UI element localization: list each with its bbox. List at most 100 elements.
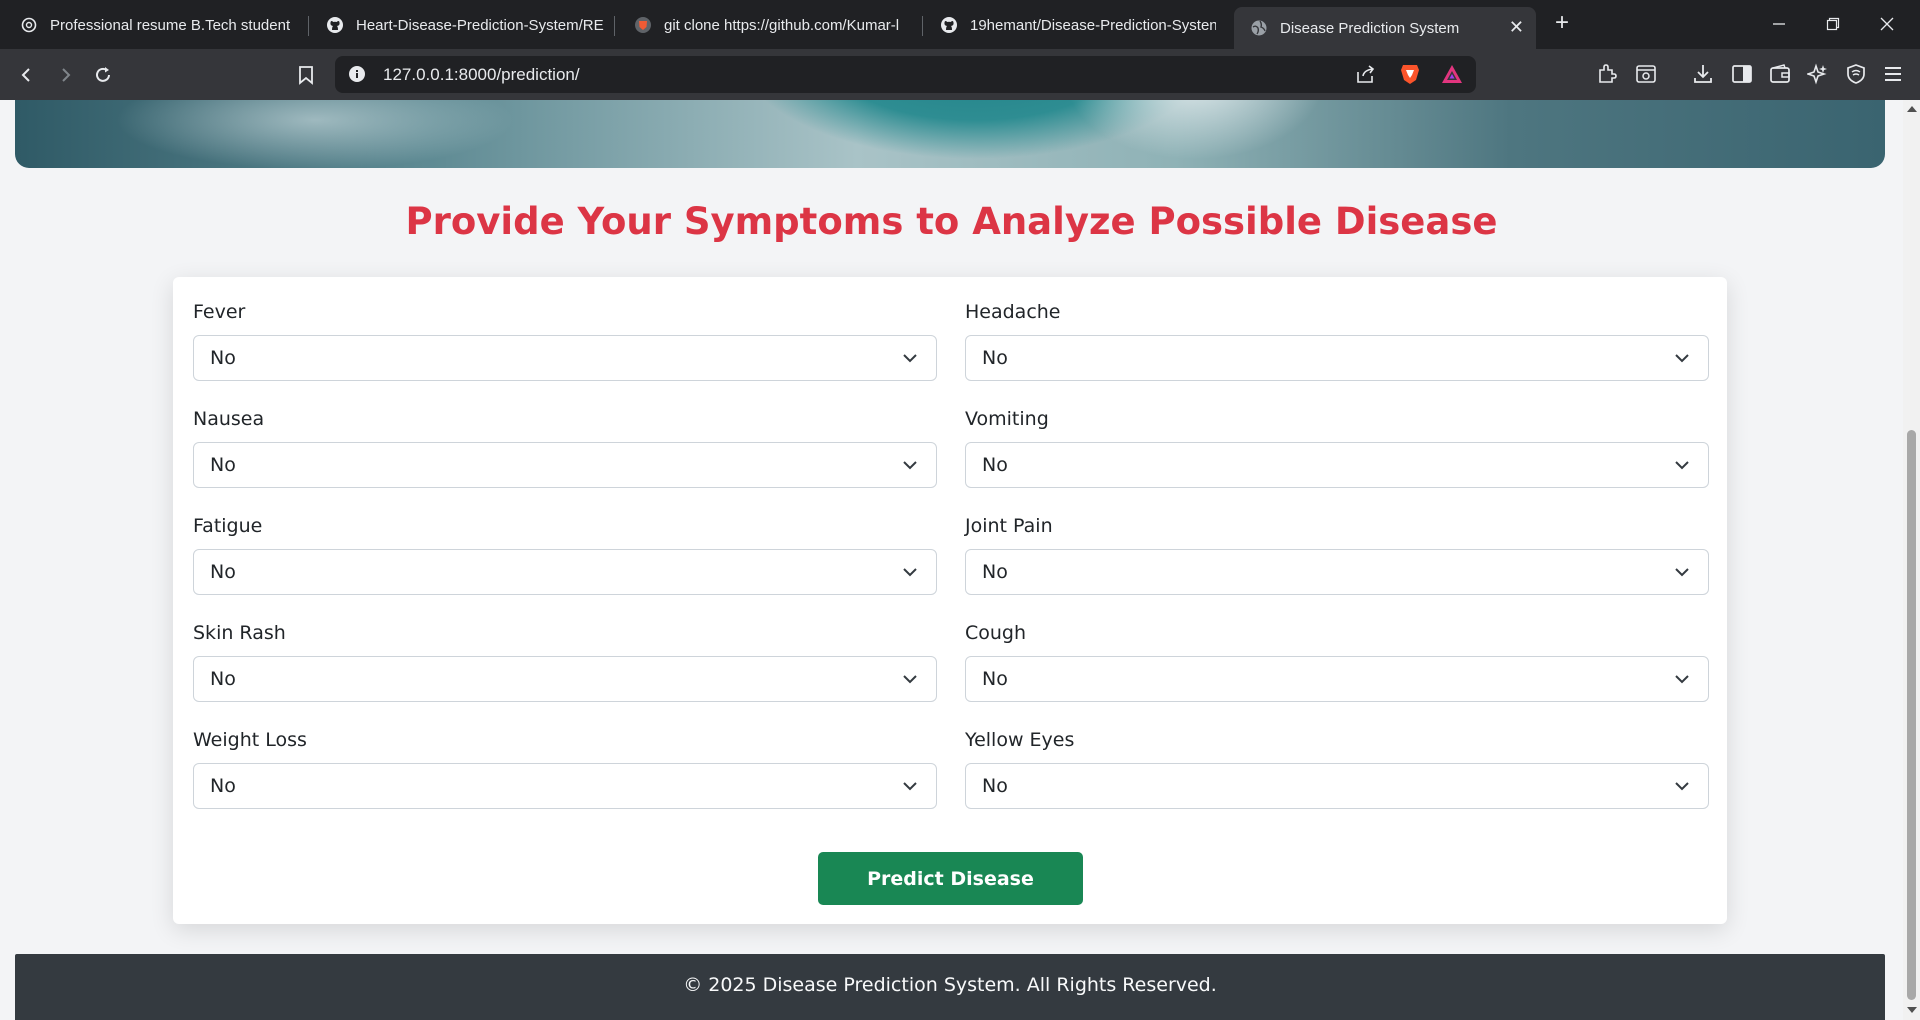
forward-button[interactable]: [51, 61, 79, 89]
minimize-button[interactable]: [1764, 10, 1794, 38]
tab-separator: [614, 16, 615, 36]
skin-rash-label: Skin Rash: [193, 622, 286, 644]
close-window-button[interactable]: [1872, 10, 1902, 38]
chevron-down-icon: [903, 354, 917, 363]
reload-button[interactable]: [89, 61, 117, 89]
github-icon: [940, 16, 958, 34]
chevron-down-icon: [903, 461, 917, 470]
bookmark-icon[interactable]: [292, 61, 320, 89]
tab-title: Professional resume B.Tech student: [50, 16, 290, 34]
symptom-form: Fever No Headache No Nausea No Vomiting No Fatig…: [173, 277, 1727, 924]
footer-copyright: © 2025 Disease Prediction System. All Ri…: [683, 974, 1217, 996]
brave-shield-icon: [634, 16, 652, 34]
chevron-down-icon: [1675, 568, 1689, 577]
fatigue-selected-value: No: [210, 561, 236, 583]
weight-loss-label: Weight Loss: [193, 729, 307, 751]
tab-disease-repo[interactable]: 19hemant/Disease-Prediction-Systen: [940, 7, 1216, 43]
restore-button[interactable]: [1818, 10, 1848, 38]
vpn-shield-icon[interactable]: [1843, 61, 1869, 87]
joint-pain-select[interactable]: No: [965, 549, 1709, 595]
weight-loss-selected-value: No: [210, 775, 236, 797]
tab-git-clone[interactable]: git clone https://github.com/Kumar-l: [634, 7, 910, 43]
site-info-icon[interactable]: [348, 65, 366, 88]
cough-selected-value: No: [982, 668, 1008, 690]
nausea-selected-value: No: [210, 454, 236, 476]
close-tab-icon[interactable]: ✕: [1509, 18, 1524, 36]
chevron-down-icon: [903, 675, 917, 684]
chevron-down-icon: [1675, 675, 1689, 684]
tab-title: Heart-Disease-Prediction-System/REA: [356, 16, 604, 34]
chevron-down-icon: [1675, 461, 1689, 470]
field-fatigue: Fatigue No: [193, 511, 937, 595]
browser-toolbar: 127.0.0.1:8000/prediction/: [0, 49, 1920, 100]
scroll-down-arrow-icon[interactable]: [1907, 1007, 1917, 1013]
field-vomiting: Vomiting No: [965, 404, 1709, 488]
field-weight-loss: Weight Loss No: [193, 725, 937, 809]
headache-selected-value: No: [982, 347, 1008, 369]
yellow-eyes-select[interactable]: No: [965, 763, 1709, 809]
fatigue-select[interactable]: No: [193, 549, 937, 595]
headache-select[interactable]: No: [965, 335, 1709, 381]
tab-resume[interactable]: Professional resume B.Tech student: [20, 7, 290, 43]
downloads-icon[interactable]: [1690, 61, 1716, 87]
field-joint-pain: Joint Pain No: [965, 511, 1709, 595]
menu-icon[interactable]: [1880, 61, 1906, 87]
tab-heart-disease[interactable]: Heart-Disease-Prediction-System/REA: [326, 7, 604, 43]
field-cough: Cough No: [965, 618, 1709, 702]
field-nausea: Nausea No: [193, 404, 937, 488]
tab-title: Disease Prediction System: [1280, 19, 1460, 37]
cough-select[interactable]: No: [965, 656, 1709, 702]
footer: © 2025 Disease Prediction System. All Ri…: [15, 954, 1885, 1020]
joint-pain-label: Joint Pain: [965, 515, 1053, 537]
brave-rewards-icon[interactable]: [1441, 64, 1463, 89]
extensions-icon[interactable]: [1594, 61, 1620, 87]
page-title: Provide Your Symptoms to Analyze Possibl…: [405, 200, 1498, 243]
skin-rash-selected-value: No: [210, 668, 236, 690]
yellow-eyes-selected-value: No: [982, 775, 1008, 797]
chevron-down-icon: [903, 782, 917, 791]
reader-mode-icon[interactable]: [1633, 61, 1659, 87]
fever-select[interactable]: No: [193, 335, 937, 381]
joint-pain-selected-value: No: [982, 561, 1008, 583]
vomiting-selected-value: No: [982, 454, 1008, 476]
scroll-up-arrow-icon[interactable]: [1907, 106, 1917, 112]
fever-selected-value: No: [210, 347, 236, 369]
cough-label: Cough: [965, 622, 1027, 644]
tab-title: 19hemant/Disease-Prediction-Systen: [970, 16, 1216, 34]
browser-tab-bar: Professional resume B.Tech student Heart…: [0, 0, 1920, 49]
tab-separator: [922, 16, 923, 36]
field-skin-rash: Skin Rash No: [193, 618, 937, 702]
fatigue-label: Fatigue: [193, 515, 263, 537]
github-icon: [326, 16, 344, 34]
vomiting-select[interactable]: No: [965, 442, 1709, 488]
field-headache: Headache No: [965, 297, 1709, 381]
field-fever: Fever No: [193, 297, 937, 381]
tab-title: git clone https://github.com/Kumar-l: [664, 16, 900, 34]
tab-separator: [308, 16, 309, 36]
leo-ai-icon[interactable]: [1805, 61, 1831, 87]
predict-disease-button[interactable]: Predict Disease: [818, 852, 1083, 905]
tab-disease-prediction-active[interactable]: Disease Prediction System ✕: [1234, 7, 1536, 49]
new-tab-button[interactable]: +: [1550, 11, 1574, 36]
openai-icon: [20, 16, 38, 34]
chevron-down-icon: [1675, 354, 1689, 363]
hero-banner-image: [15, 100, 1885, 168]
url-text: 127.0.0.1:8000/prediction/: [383, 65, 580, 84]
scrollbar-thumb[interactable]: [1907, 430, 1916, 1000]
nausea-label: Nausea: [193, 408, 265, 430]
vomiting-label: Vomiting: [965, 408, 1049, 430]
globe-icon: [1250, 19, 1268, 37]
headache-label: Headache: [965, 301, 1061, 323]
back-button[interactable]: [13, 61, 41, 89]
wallet-icon[interactable]: [1767, 61, 1793, 87]
skin-rash-select[interactable]: No: [193, 656, 937, 702]
weight-loss-select[interactable]: No: [193, 763, 937, 809]
page-viewport: Provide Your Symptoms to Analyze Possibl…: [0, 100, 1903, 1020]
address-bar[interactable]: 127.0.0.1:8000/prediction/: [335, 56, 1476, 93]
nausea-select[interactable]: No: [193, 442, 937, 488]
page-scrollbar[interactable]: [1903, 100, 1920, 1020]
brave-shields-icon[interactable]: [1399, 62, 1421, 91]
chevron-down-icon: [1675, 782, 1689, 791]
share-icon[interactable]: [1355, 64, 1377, 89]
sidebar-icon[interactable]: [1729, 61, 1755, 87]
